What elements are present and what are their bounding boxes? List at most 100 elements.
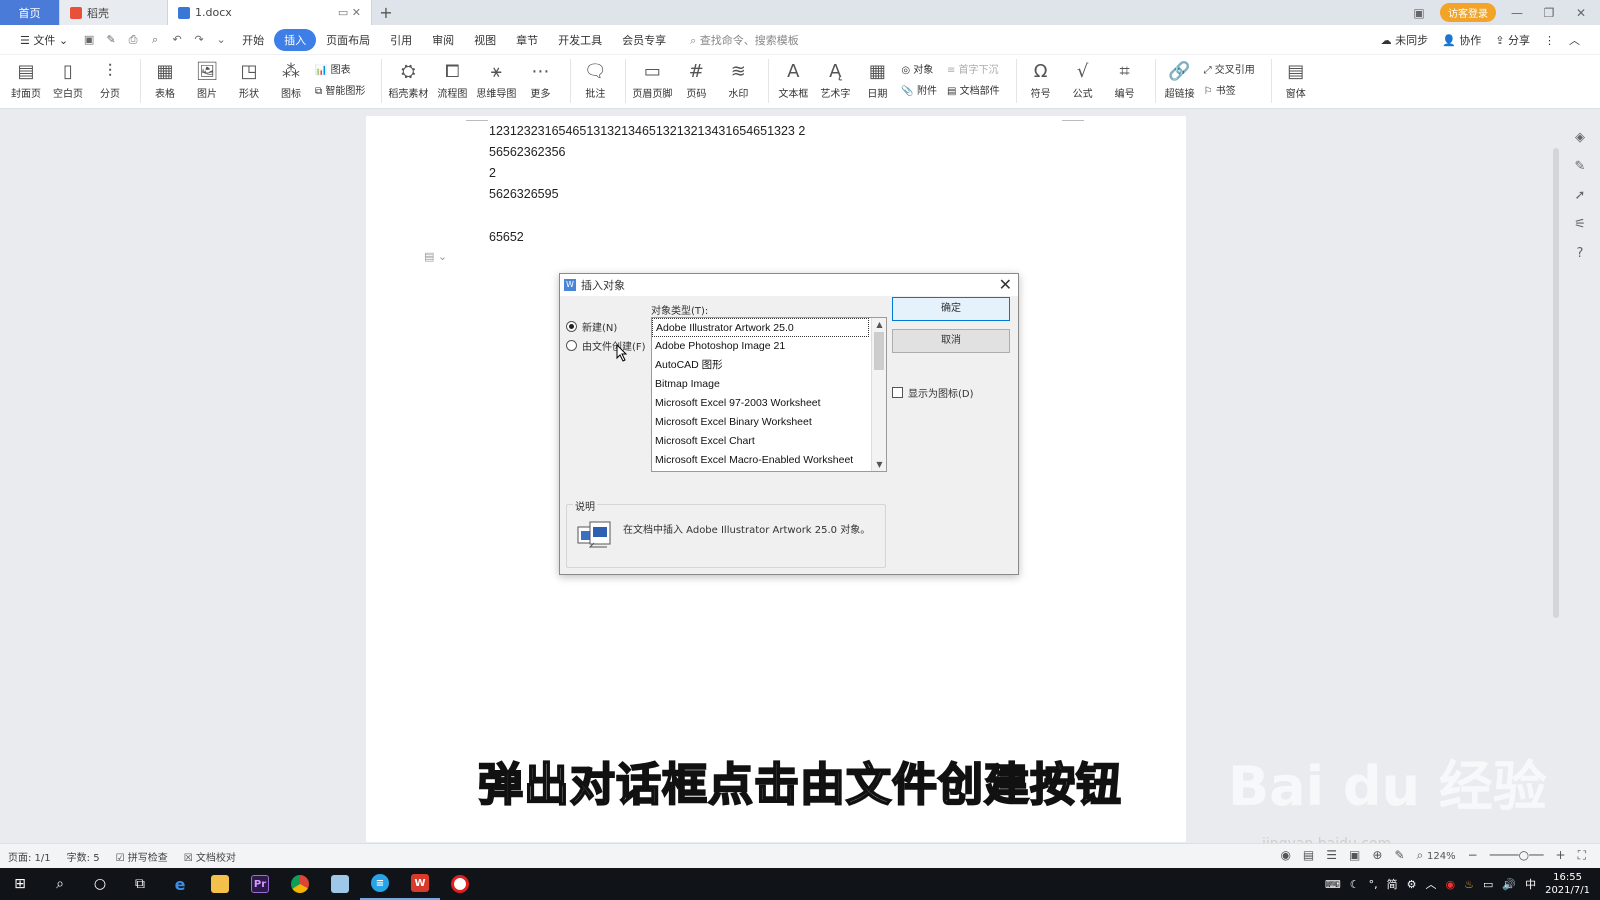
help-icon[interactable]: ? — [1577, 246, 1584, 261]
scroll-down-icon[interactable]: ▼ — [872, 460, 886, 469]
doc-line[interactable]: 56562362356 — [489, 145, 565, 159]
hyperlink-button[interactable]: 🔗 超链接 — [1162, 59, 1198, 100]
redo-icon[interactable]: ↷ — [190, 33, 208, 47]
web-view-icon[interactable]: ⊕ — [1372, 848, 1382, 863]
straw-material-button[interactable]: ⛭ 稻壳素材 — [388, 59, 428, 100]
menu-page-layout[interactable]: 页面布局 — [316, 29, 380, 51]
watermark-button[interactable]: ≋ 水印 — [720, 59, 756, 100]
scroll-thumb[interactable] — [874, 332, 884, 370]
menu-member[interactable]: 会员专享 — [612, 29, 676, 51]
search-icon[interactable]: ⌕ — [40, 868, 80, 900]
window-form-button[interactable]: ▤ 窗体 — [1278, 59, 1314, 100]
outline-view-icon[interactable]: ☰ — [1326, 848, 1337, 863]
minimize-icon[interactable]: — — [1506, 6, 1528, 20]
keyboard-icon[interactable]: ⌨ — [1325, 878, 1341, 891]
list-item[interactable]: Microsoft Excel 97-2003 Worksheet — [652, 394, 886, 413]
comment-button[interactable]: 🗨 批注 — [577, 59, 613, 100]
docpart-button[interactable]: ▤ 文档部件 — [947, 82, 1000, 97]
dropcap-button[interactable]: ≡ 首字下沉 — [947, 61, 1000, 76]
edit-icon[interactable]: ✎ — [1394, 848, 1404, 863]
zoom-level[interactable]: ⌕ 124% — [1417, 848, 1456, 863]
wps-app-icon[interactable]: W — [400, 868, 440, 900]
browser-app-icon[interactable]: ≡ — [360, 868, 400, 900]
list-item[interactable]: Microsoft Excel Binary Worksheet — [652, 413, 886, 432]
bookmark-button[interactable]: ⚐ 书签 — [1204, 82, 1255, 97]
windows-start-icon[interactable]: ⊞ — [0, 868, 40, 900]
chart-button[interactable]: 📊 图表 — [315, 61, 365, 76]
scroll-thumb[interactable] — [1553, 148, 1559, 618]
edge-icon[interactable]: e — [160, 868, 200, 900]
more-menu-icon[interactable]: ⋮ — [1544, 34, 1555, 47]
menu-chapter[interactable]: 章节 — [506, 29, 548, 51]
doc-line[interactable]: 2 — [489, 166, 496, 180]
restore-icon[interactable]: ❐ — [1538, 6, 1560, 20]
pen-icon[interactable]: ✎ — [1575, 159, 1586, 174]
tab-document[interactable]: 1.docx ▭ ✕ — [168, 0, 372, 25]
zoom-slider[interactable]: ────○── — [1490, 848, 1544, 863]
ok-button[interactable]: 确定 — [892, 297, 1010, 321]
moon-icon[interactable]: ☾ — [1350, 878, 1360, 891]
fullscreen-icon[interactable]: ⛶ — [1578, 848, 1586, 863]
textbox-button[interactable]: A 文本框 — [775, 59, 811, 100]
list-item[interactable]: AutoCAD 图形 — [652, 356, 886, 375]
cortana-icon[interactable]: ○ — [80, 868, 120, 900]
select-cursor-icon[interactable]: ➚ — [1575, 188, 1586, 203]
format-painter-icon[interactable]: ✎ — [102, 33, 120, 47]
list-item[interactable]: Adobe Photoshop Image 21 — [652, 337, 886, 356]
list-item[interactable]: Microsoft Excel Macro-Enabled Worksheet — [652, 451, 886, 470]
network-icon[interactable]: ▭ — [1483, 878, 1493, 891]
input-language[interactable]: 中 — [1525, 876, 1536, 892]
punctuation-icon[interactable]: °, — [1369, 878, 1378, 891]
icons-button[interactable]: ⁂ 图标 — [273, 59, 309, 100]
dialog-close-icon[interactable]: ✕ — [999, 275, 1012, 294]
page-number-button[interactable]: # 页码 — [678, 59, 714, 100]
cover-page-button[interactable]: ▤ 封面页 — [8, 59, 44, 100]
menu-review[interactable]: 审阅 — [422, 29, 464, 51]
word-count[interactable]: 字数: 5 — [67, 849, 100, 864]
file-explorer-icon[interactable] — [200, 868, 240, 900]
task-view-icon[interactable]: ⧉ — [120, 868, 160, 900]
premiere-icon[interactable]: Pr — [240, 868, 280, 900]
smartart-button[interactable]: ⧉ 智能图形 — [315, 82, 365, 97]
ime-mode[interactable]: 简 — [1387, 876, 1398, 892]
read-view-icon[interactable]: ▣ — [1349, 848, 1360, 863]
gear-icon[interactable]: ⚙ — [1407, 878, 1417, 891]
list-item[interactable]: Adobe Illustrator Artwork 25.0 — [652, 318, 869, 337]
radio-create-from-file[interactable]: 由文件创建(F) — [566, 338, 646, 353]
spell-check-toggle[interactable]: ☑ 拼写检查 — [116, 849, 168, 864]
menu-start[interactable]: 开始 — [232, 29, 274, 51]
doc-line[interactable]: 1231232316546513132134651321321343165465… — [489, 124, 805, 138]
tab-straw[interactable]: 稻壳 — [60, 0, 168, 25]
menu-reference[interactable]: 引用 — [380, 29, 422, 51]
notes-app-icon[interactable] — [320, 868, 360, 900]
tab-home[interactable]: 首页 — [0, 0, 60, 25]
collapse-ribbon-icon[interactable]: ︿ — [1569, 32, 1580, 48]
numbering-button[interactable]: ⌗ 编号 — [1107, 59, 1143, 100]
scroll-up-icon[interactable]: ▲ — [872, 320, 886, 329]
settings-sliders-icon[interactable]: ⚟ — [1574, 217, 1586, 232]
style-icon[interactable]: ◈ — [1575, 130, 1585, 145]
file-menu[interactable]: ☰ 文件 ⌄ — [10, 29, 78, 51]
attachment-button[interactable]: 📎 附件 — [901, 82, 937, 97]
eye-protect-icon[interactable]: ◉ — [1280, 848, 1290, 863]
menu-dev-tools[interactable]: 开发工具 — [548, 29, 612, 51]
header-footer-button[interactable]: ▭ 页眉页脚 — [632, 59, 672, 100]
formula-button[interactable]: √ 公式 — [1065, 59, 1101, 100]
command-search[interactable]: ⌕ 查找命令、搜索模板 — [690, 32, 799, 48]
undo-icon[interactable]: ↶ — [168, 33, 186, 47]
doc-proofread[interactable]: ☒ 文档校对 — [184, 849, 236, 864]
guest-login-button[interactable]: 访客登录 — [1440, 3, 1496, 22]
print-preview-icon[interactable]: ⌕ — [146, 33, 164, 47]
doc-line[interactable]: 5626326595 — [489, 187, 559, 201]
page-view-icon[interactable]: ▤ — [1303, 848, 1314, 863]
more-button[interactable]: ⋯ 更多 — [522, 59, 558, 100]
cancel-button[interactable]: 取消 — [892, 329, 1010, 353]
share-button[interactable]: ⇪ 分享 — [1495, 32, 1530, 48]
volume-icon[interactable]: 🔊 — [1502, 878, 1516, 891]
clock[interactable]: 16:55 2021/7/1 — [1545, 871, 1590, 897]
menu-insert[interactable]: 插入 — [274, 28, 317, 51]
paragraph-handle-icon[interactable]: ▤ ⌄ — [424, 250, 447, 263]
radio-create-new[interactable]: 新建(N) — [566, 319, 617, 334]
tab-close-icon[interactable]: ▭ ✕ — [338, 6, 361, 19]
crossref-button[interactable]: ⤢ 交叉引用 — [1204, 61, 1255, 76]
